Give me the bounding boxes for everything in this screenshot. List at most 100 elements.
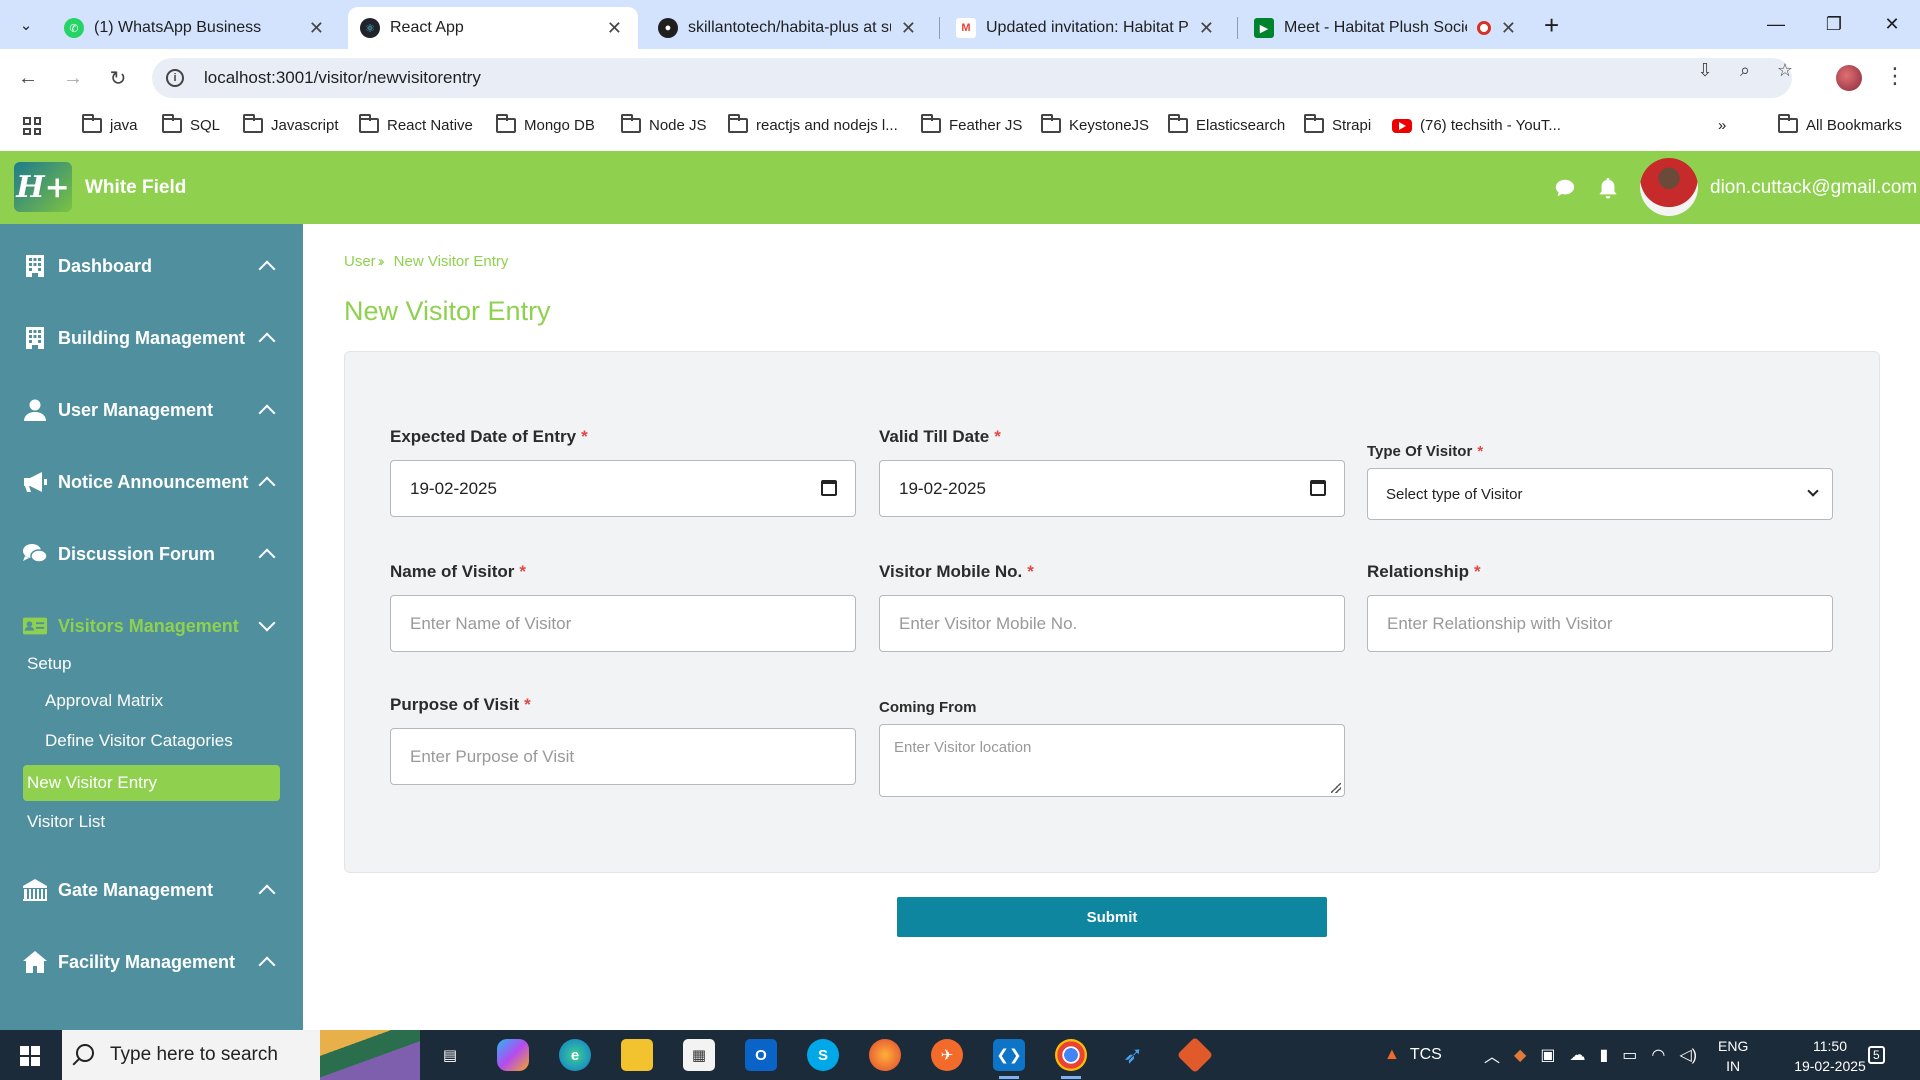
- tab-github[interactable]: ● skillantotech/habita-plus at sub ✕: [646, 7, 932, 49]
- meet-tray-icon[interactable]: ▣: [1540, 1045, 1555, 1065]
- chevron-up-icon[interactable]: [256, 471, 278, 493]
- chevron-up-icon[interactable]: [256, 399, 278, 421]
- sidebar-item-building-management[interactable]: Building Management: [0, 312, 303, 364]
- language-indicator[interactable]: ENG IN: [1718, 1036, 1748, 1076]
- tab-react-app[interactable]: ⚛ React App ✕: [348, 7, 638, 49]
- copilot-icon[interactable]: [497, 1039, 529, 1071]
- sidebar-item-dashboard[interactable]: Dashboard: [0, 240, 303, 292]
- resize-handle-icon[interactable]: [1331, 783, 1341, 793]
- edge-icon[interactable]: e: [559, 1039, 591, 1071]
- calendar-icon[interactable]: [1310, 480, 1326, 496]
- sidebar-item-gate-management[interactable]: Gate Management: [0, 864, 303, 916]
- sidebar-item-discussion-forum[interactable]: Discussion Forum: [0, 528, 303, 580]
- restore-icon[interactable]: ❐: [1804, 8, 1864, 40]
- notifications-icon[interactable]: 5: [1868, 1030, 1885, 1080]
- url-text[interactable]: localhost:3001/visitor/newvisitorentry: [204, 68, 481, 88]
- postman-icon[interactable]: ✈: [931, 1039, 963, 1071]
- purpose-of-visit-input[interactable]: Enter Purpose of Visit: [390, 728, 856, 785]
- back-arrow-icon[interactable]: ←: [13, 63, 43, 93]
- cloud-icon[interactable]: ☁: [1569, 1045, 1585, 1065]
- skype-icon[interactable]: S: [807, 1039, 839, 1071]
- vscode-icon[interactable]: ❮❯: [993, 1039, 1025, 1079]
- breadcrumb-root[interactable]: User: [344, 253, 376, 270]
- sidebar-subitem-setup[interactable]: Setup: [27, 654, 71, 674]
- submit-button[interactable]: Submit: [897, 897, 1327, 937]
- bookmark-node-js[interactable]: Node JS: [621, 114, 707, 134]
- microphone-icon[interactable]: ▮: [1599, 1045, 1608, 1065]
- sidebar-item-facility-management[interactable]: Facility Management: [0, 936, 303, 988]
- close-tab-icon[interactable]: ✕: [607, 18, 622, 39]
- bookmark-star-icon[interactable]: ☆: [1774, 59, 1796, 81]
- taskbar-search-box[interactable]: Type here to search: [62, 1030, 420, 1080]
- close-tab-icon[interactable]: ✕: [309, 18, 324, 39]
- apps-grid-icon[interactable]: [23, 117, 41, 135]
- all-bookmarks[interactable]: All Bookmarks: [1778, 114, 1902, 134]
- tab-search-chevron-icon[interactable]: ⌄: [12, 12, 40, 38]
- chevron-up-icon[interactable]: [256, 879, 278, 901]
- speaker-icon[interactable]: ◁): [1679, 1045, 1697, 1065]
- expected-date-input[interactable]: 19-02-2025: [390, 460, 856, 517]
- sidebar-item-visitors-management[interactable]: Visitors Management: [0, 600, 303, 652]
- close-window-icon[interactable]: ✕: [1862, 8, 1920, 40]
- profile-avatar[interactable]: [1836, 65, 1862, 91]
- app-bird-icon[interactable]: ➶: [1117, 1039, 1149, 1071]
- forward-arrow-icon[interactable]: →: [58, 63, 88, 93]
- relationship-input[interactable]: Enter Relationship with Visitor: [1367, 595, 1833, 652]
- site-info-icon[interactable]: i: [166, 69, 184, 87]
- install-app-icon[interactable]: ⇩: [1694, 59, 1716, 81]
- tray-tcs[interactable]: ▲ TCS: [1384, 1030, 1442, 1080]
- browser-menu-icon[interactable]: ⋮: [1884, 63, 1906, 89]
- store-icon[interactable]: ▦: [683, 1039, 715, 1071]
- taskbar-clock[interactable]: 11:50 19-02-2025: [1780, 1036, 1880, 1076]
- more-bookmarks-icon[interactable]: »: [1718, 117, 1726, 134]
- app-tray-icon[interactable]: ◆: [1514, 1045, 1526, 1065]
- firefox-icon[interactable]: [869, 1039, 901, 1071]
- visitor-type-select[interactable]: Select type of Visitor: [1367, 468, 1833, 520]
- chat-icon[interactable]: [1553, 176, 1577, 200]
- bookmark-keystonejs[interactable]: KeystoneJS: [1041, 114, 1149, 134]
- bookmark-strapi[interactable]: Strapi: [1304, 114, 1371, 134]
- bell-icon[interactable]: [1596, 176, 1620, 200]
- valid-till-date-input[interactable]: 19-02-2025: [879, 460, 1345, 517]
- bookmark-techsith-youtube[interactable]: (76) techsith - YouT...: [1392, 117, 1561, 134]
- chrome-icon[interactable]: [1055, 1039, 1087, 1079]
- visitor-name-input[interactable]: Enter Name of Visitor: [390, 595, 856, 652]
- coming-from-textarea[interactable]: Enter Visitor location: [879, 724, 1345, 797]
- bookmark-sql[interactable]: SQL: [162, 114, 220, 134]
- close-tab-icon[interactable]: ✕: [901, 18, 916, 39]
- file-explorer-icon[interactable]: [621, 1039, 653, 1071]
- minimize-icon[interactable]: —: [1746, 8, 1806, 40]
- user-email[interactable]: dion.cuttack@gmail.com: [1710, 177, 1917, 199]
- battery-icon[interactable]: ▭: [1622, 1045, 1637, 1065]
- bookmark-elasticsearch[interactable]: Elasticsearch: [1168, 114, 1285, 134]
- task-view-icon[interactable]: ▤: [434, 1039, 466, 1071]
- outlook-icon[interactable]: O: [745, 1039, 777, 1071]
- bookmark-javascript[interactable]: Javascript: [243, 114, 339, 134]
- zoom-icon[interactable]: ⌕: [1734, 59, 1756, 81]
- sidebar-subitem-approval-matrix[interactable]: Approval Matrix: [45, 691, 163, 711]
- calendar-icon[interactable]: [821, 480, 837, 496]
- new-tab-plus-icon[interactable]: +: [1544, 10, 1559, 41]
- tab-gmail[interactable]: M Updated invitation: Habitat Plus ✕: [944, 7, 1230, 49]
- bookmark-reactjs-nodejs[interactable]: reactjs and nodejs l...: [728, 114, 898, 134]
- habitat-logo[interactable]: H+: [14, 162, 72, 212]
- chevron-up-icon[interactable]: [256, 255, 278, 277]
- chevron-up-icon[interactable]: [256, 951, 278, 973]
- chevron-up-icon[interactable]: [256, 543, 278, 565]
- bookmark-feather-js[interactable]: Feather JS: [921, 114, 1022, 134]
- chevron-up-icon[interactable]: ︿: [1484, 1043, 1500, 1067]
- sidebar-subitem-new-visitor-entry[interactable]: New Visitor Entry: [23, 765, 280, 801]
- visitor-mobile-input[interactable]: Enter Visitor Mobile No.: [879, 595, 1345, 652]
- tab-whatsapp[interactable]: ✆ (1) WhatsApp Business ✕: [52, 7, 340, 49]
- close-tab-icon[interactable]: ✕: [1501, 18, 1516, 39]
- windows-start-icon[interactable]: [20, 1046, 40, 1066]
- git-icon[interactable]: [1176, 1036, 1214, 1074]
- bookmark-java[interactable]: java: [82, 114, 138, 134]
- tab-meet[interactable]: ▶ Meet - Habitat Plush Societ ✕: [1242, 7, 1532, 49]
- chevron-down-icon[interactable]: [256, 615, 278, 637]
- chevron-up-icon[interactable]: [256, 327, 278, 349]
- sidebar-item-notice-announcement[interactable]: Notice Announcement: [0, 456, 303, 508]
- bookmark-react-native[interactable]: React Native: [359, 114, 473, 134]
- user-avatar[interactable]: [1640, 158, 1698, 216]
- close-tab-icon[interactable]: ✕: [1199, 18, 1214, 39]
